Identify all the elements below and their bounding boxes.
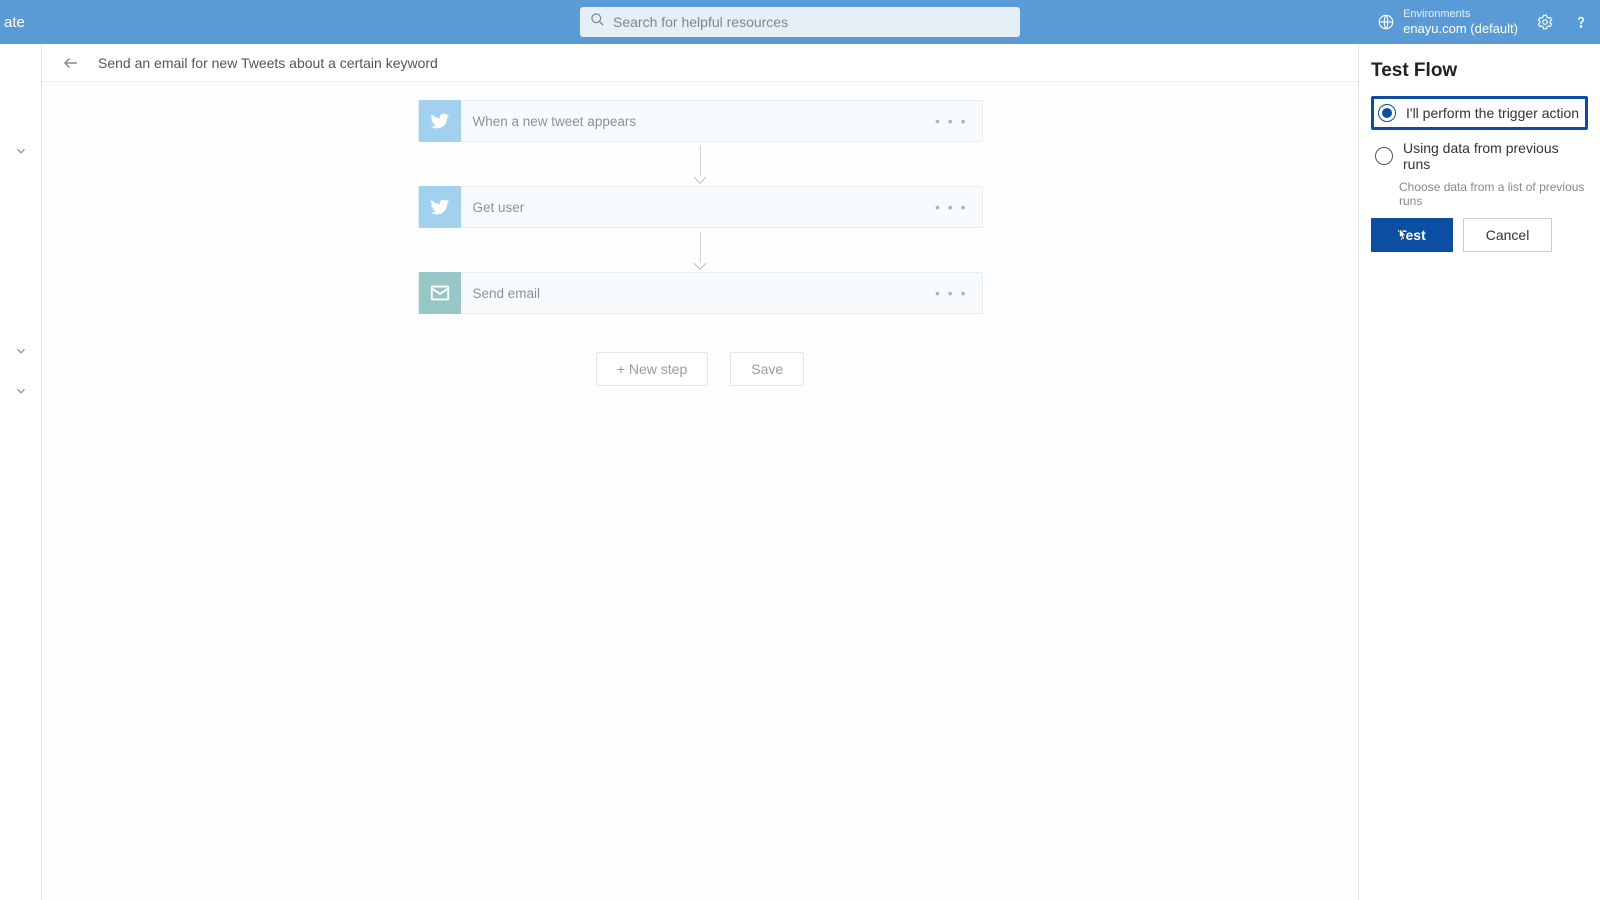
new-step-button[interactable]: + New step [596,352,708,386]
environment-label: Environments [1403,8,1518,21]
flow-step-label: Send email [473,286,541,301]
flow-step-action-2[interactable]: Send email • • • [418,272,983,314]
environment-value: enayu.com (default) [1403,21,1518,37]
radio-icon [1375,147,1393,165]
radio-label: I'll perform the trigger action [1406,105,1579,121]
connector-arrow-icon [418,142,983,186]
radio-perform-trigger[interactable]: I'll perform the trigger action [1371,96,1588,130]
help-icon[interactable] [1572,13,1590,31]
flow-canvas: When a new tweet appears • • • Get user … [42,82,1358,900]
save-button[interactable]: Save [730,352,804,386]
search-input[interactable] [613,14,1010,30]
radio-help-text: Choose data from a list of previous runs [1399,180,1588,208]
app-label: ate [0,14,25,31]
radio-previous-runs[interactable]: Using data from previous runs [1371,134,1588,178]
panel-title: Test Flow [1371,60,1588,82]
radio-icon [1378,104,1396,122]
more-icon[interactable]: • • • [935,199,967,215]
twitter-icon [419,100,461,142]
environment-icon [1377,13,1395,31]
search-icon [590,12,613,32]
more-icon[interactable]: • • • [935,113,967,129]
flow-step-action-1[interactable]: Get user • • • [418,186,983,228]
environment-picker[interactable]: Environments enayu.com (default) [1377,8,1518,37]
more-icon[interactable]: • • • [935,285,967,301]
connector-arrow-icon [418,228,983,272]
flow-step-trigger[interactable]: When a new tweet appears • • • [418,100,983,142]
flow-step-label: Get user [473,200,525,215]
page-title: Send an email for new Tweets about a cer… [98,55,438,71]
search-box[interactable] [580,7,1020,37]
test-flow-panel: Test Flow I'll perform the trigger actio… [1358,44,1600,900]
chevron-down-icon[interactable] [14,384,28,398]
left-nav-collapsed [0,44,42,900]
test-button-label: Test [1398,227,1426,243]
twitter-icon [419,186,461,228]
flow-step-label: When a new tweet appears [473,114,637,129]
radio-label: Using data from previous runs [1403,140,1584,172]
top-bar: ate Environments enayu.com (default) [0,0,1600,44]
test-button[interactable]: Test [1371,218,1453,252]
cancel-button[interactable]: Cancel [1463,218,1553,252]
gear-icon[interactable] [1536,13,1554,31]
chevron-down-icon[interactable] [14,144,28,158]
back-arrow-icon[interactable] [62,54,80,72]
chevron-down-icon[interactable] [14,344,28,358]
mail-icon [419,272,461,314]
